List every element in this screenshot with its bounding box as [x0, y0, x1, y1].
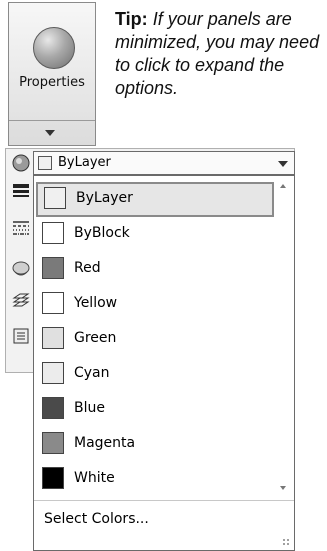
- color-swatch: [42, 432, 64, 454]
- color-swatch: [42, 257, 64, 279]
- tip-lead: Tip:: [115, 9, 148, 29]
- color-option-cyan[interactable]: Cyan: [34, 357, 276, 392]
- color-option-label: ByBlock: [74, 225, 130, 241]
- color-option-bylayer[interactable]: ByLayer: [36, 182, 274, 217]
- color-swatch: [42, 362, 64, 384]
- color-option-label: Magenta: [74, 435, 136, 451]
- list-icon[interactable]: [11, 326, 31, 346]
- color-option-label: Blue: [74, 400, 105, 416]
- combo-value: ByLayer: [58, 155, 111, 170]
- linetype-icon[interactable]: [11, 218, 31, 238]
- color-option-label: Yellow: [74, 295, 118, 311]
- color-combo[interactable]: ByLayer: [33, 151, 295, 175]
- properties-label: Properties: [19, 75, 85, 90]
- tip-text: Tip: If your panels are minimized, you m…: [115, 8, 325, 100]
- color-option-label: ByLayer: [76, 190, 133, 206]
- color-swatch: [42, 397, 64, 419]
- color-option-blue[interactable]: Blue: [34, 392, 276, 427]
- color-option-byblock[interactable]: ByBlock: [34, 217, 276, 252]
- transparency-icon[interactable]: [11, 258, 31, 278]
- properties-button-top[interactable]: Properties: [9, 3, 95, 121]
- color-wheel-icon[interactable]: [11, 153, 31, 173]
- color-option-red[interactable]: Red: [34, 252, 276, 287]
- divider: [34, 500, 294, 501]
- expand-arrow-icon[interactable]: [45, 130, 55, 136]
- color-dropdown: ByLayer ByBlock Red Yellow Green Cyan Blue Mage…: [33, 175, 295, 551]
- color-option-white[interactable]: White: [34, 462, 276, 497]
- color-swatch: [42, 327, 64, 349]
- color-option-label: Cyan: [74, 365, 110, 381]
- select-colors-option[interactable]: Select Colors...: [44, 511, 149, 527]
- color-option-yellow[interactable]: Yellow: [34, 287, 276, 322]
- color-wheel-icon: [33, 27, 75, 69]
- properties-button[interactable]: Properties: [8, 2, 96, 146]
- color-option-label: White: [74, 470, 115, 486]
- lineweight-icon[interactable]: [11, 181, 31, 201]
- color-option-magenta[interactable]: Magenta: [34, 427, 276, 462]
- color-option-label: Green: [74, 330, 117, 346]
- color-list: ByLayer ByBlock Red Yellow Green Cyan Blue Mage…: [34, 182, 276, 497]
- chevron-down-icon[interactable]: [278, 161, 288, 167]
- resize-grip-icon[interactable]: [282, 538, 290, 546]
- color-option-green[interactable]: Green: [34, 322, 276, 357]
- color-option-label: Red: [74, 260, 101, 276]
- layer-stack-icon[interactable]: [11, 292, 31, 312]
- scroll-up-icon[interactable]: [280, 184, 286, 188]
- color-swatch: [44, 187, 66, 209]
- combo-swatch: [38, 156, 52, 170]
- color-swatch: [42, 467, 64, 489]
- color-swatch: [42, 222, 64, 244]
- color-swatch: [42, 292, 64, 314]
- scroll-down-icon[interactable]: [280, 486, 286, 490]
